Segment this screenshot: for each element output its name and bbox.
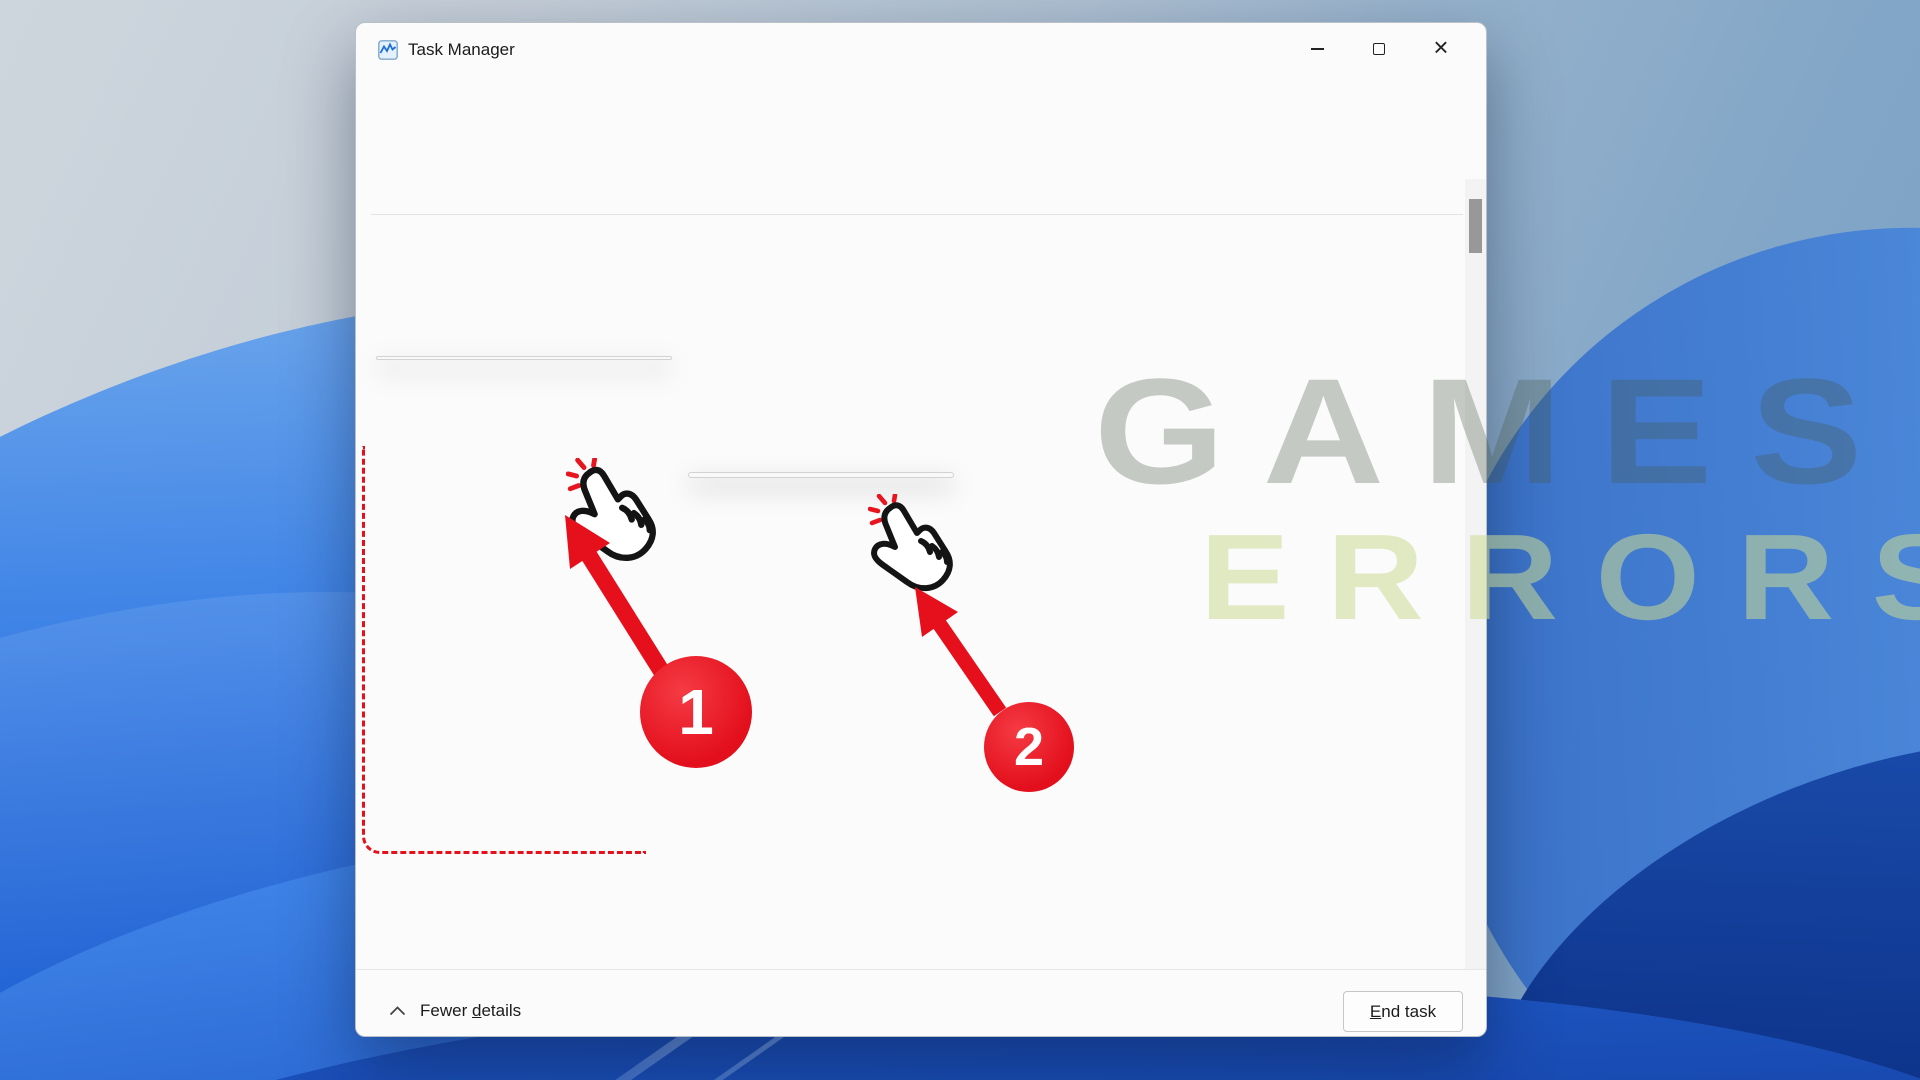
window-title: Task Manager bbox=[408, 40, 515, 60]
footer-separator bbox=[356, 969, 1486, 970]
annotation-dashed-box bbox=[362, 446, 646, 854]
end-task-button[interactable]: End task bbox=[1343, 991, 1463, 1032]
maximize-icon bbox=[1373, 43, 1385, 55]
task-manager-icon bbox=[378, 40, 398, 60]
scrollbar-thumb[interactable] bbox=[1469, 199, 1482, 253]
fewer-details-toggle[interactable]: Fewer details bbox=[389, 1001, 521, 1021]
context-menu bbox=[376, 356, 672, 360]
maximize-button[interactable] bbox=[1348, 31, 1410, 67]
fewer-details-label: Fewer details bbox=[420, 1001, 521, 1021]
table-header bbox=[371, 179, 1463, 215]
priority-submenu bbox=[688, 472, 954, 478]
minimize-button[interactable] bbox=[1286, 31, 1348, 67]
chevron-up-icon bbox=[389, 1006, 406, 1016]
end-task-label: End task bbox=[1370, 1002, 1436, 1022]
close-icon: × bbox=[1433, 34, 1448, 60]
close-button[interactable]: × bbox=[1410, 31, 1472, 67]
vertical-scrollbar[interactable] bbox=[1465, 179, 1486, 969]
titlebar: Task Manager bbox=[378, 33, 515, 67]
window-controls: × bbox=[1286, 31, 1472, 67]
screenshot-stage: Task Manager × Fewer details End task GA… bbox=[0, 0, 1920, 1080]
minimize-icon bbox=[1311, 48, 1324, 50]
